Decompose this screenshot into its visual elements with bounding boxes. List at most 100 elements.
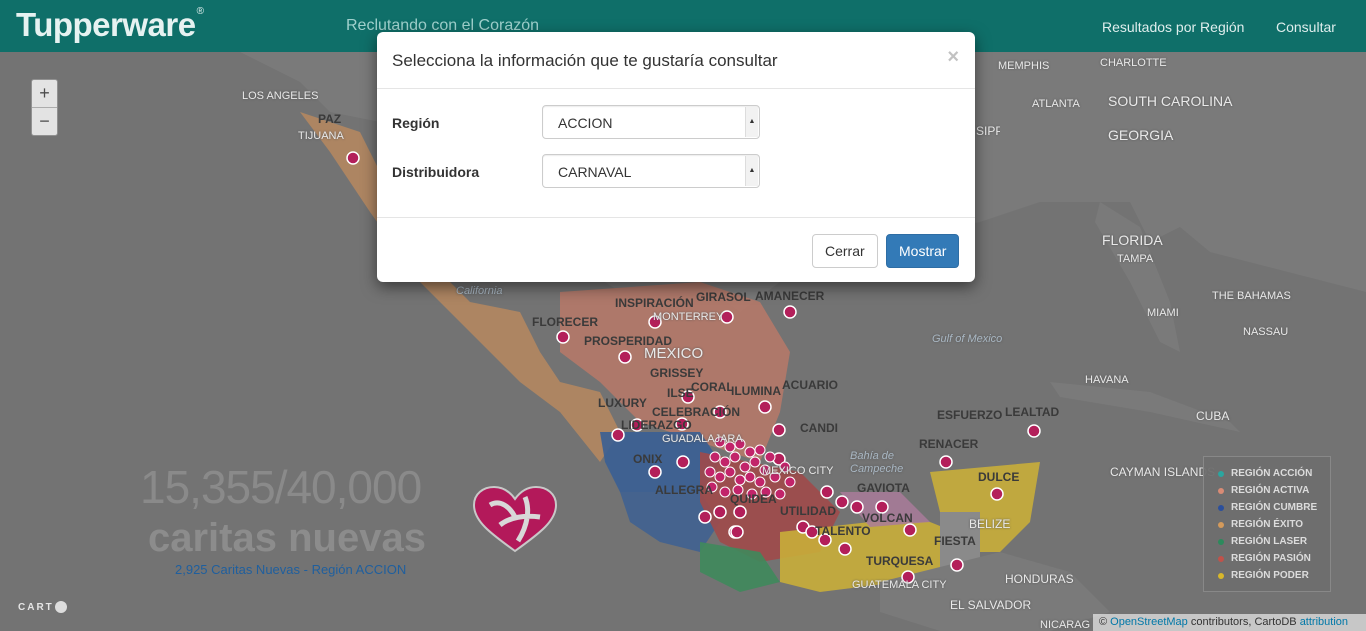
zone-fiesta: FIESTA (934, 534, 976, 548)
legend-item-poder: REGIÓN PODER (1218, 567, 1330, 584)
region-legend: REGIÓN ACCIÓN REGIÓN ACTIVA REGIÓN CUMBR… (1203, 456, 1331, 592)
place-bahamas: THE BAHAMAS (1212, 290, 1291, 302)
place-honduras: HONDURAS (1005, 572, 1074, 586)
zone-ilumina: ILUMINA (731, 384, 781, 398)
place-cuba: CUBA (1196, 409, 1230, 423)
place-havana: HAVANA (1085, 374, 1129, 386)
recruit-counter: 15,355/40,000 (140, 461, 422, 513)
distribuidora-selected-value: CARNAVAL (558, 164, 632, 180)
legend-dot-poder (1218, 572, 1224, 579)
place-monterrey: MONTERREY (653, 311, 724, 323)
carto-logo[interactable]: CART (18, 601, 67, 613)
zone-acuario: ACUARIO (782, 378, 838, 392)
region-label: Región (392, 115, 440, 131)
place-mississippi: SIPPI (976, 124, 1000, 138)
zone-talento: TALENTO (815, 524, 871, 538)
zone-coral: CORAL (691, 380, 734, 394)
legend-item-exito: REGIÓN ÉXITO (1218, 516, 1330, 533)
registered-mark: ® (196, 6, 204, 17)
zone-volcan: VOLCAN (862, 511, 913, 525)
place-belize: BELIZE (969, 517, 1011, 531)
zone-girasol: GIRASOL (696, 290, 751, 304)
osm-link[interactable]: OpenStreetMap (1110, 616, 1188, 628)
region-selected-value: ACCION (558, 115, 613, 131)
place-charlotte: CHARLOTTE (1100, 57, 1167, 69)
legend-dot-pasion (1218, 555, 1224, 562)
zone-esfuerzo: ESFUERZO (937, 408, 1003, 422)
zone-quidea: QUIDEA (730, 492, 777, 506)
landmass-cuba (1050, 382, 1240, 432)
zone-turquesa: TURQUESA (866, 554, 934, 568)
zone-paz: PAZ (318, 112, 342, 126)
water-gulf-of-mexico: Gulf of Mexico (932, 333, 1003, 345)
legend-dot-accion (1218, 470, 1224, 477)
zone-allegra: ALLEGRA (655, 483, 713, 497)
zone-amanecer: AMANECER (755, 289, 825, 303)
legend-dot-exito (1218, 521, 1224, 528)
heart-logo-icon (472, 485, 558, 553)
modal-title: Selecciona la información que te gustarí… (392, 51, 778, 70)
place-atlanta: ATLANTA (1032, 98, 1080, 110)
legend-item-cumbre: REGIÓN CUMBRE (1218, 499, 1330, 516)
place-guadalajara: GUADALAJARA (662, 433, 743, 445)
zone-ilse: ILSE (667, 386, 694, 400)
place-georgia: GEORGIA (1108, 127, 1174, 143)
nav-link-resultados[interactable]: Resultados por Región (1102, 19, 1244, 35)
modal-header: Selecciona la información que te gustarí… (377, 32, 975, 89)
legend-item-activa: REGIÓN ACTIVA (1218, 482, 1330, 499)
place-nassau: NASSAU (1243, 326, 1289, 338)
modal-footer: Cerrar Mostrar (377, 217, 975, 282)
zone-onix: ONIX (633, 452, 663, 466)
zone-celebracion: CELEBRACIÓN (652, 405, 741, 419)
attribution-link[interactable]: attribution (1300, 616, 1348, 628)
close-icon[interactable]: × (947, 46, 959, 69)
place-mexico-city: MEXICO CITY (762, 465, 834, 477)
place-los-angeles: LOS ANGELES (242, 90, 319, 102)
place-tampa: TAMPA (1117, 253, 1154, 265)
zoom-control: + − (31, 79, 58, 136)
region-counter: 2,925 Caritas Nuevas - Región ACCION (175, 562, 407, 577)
zone-lealtad: LEALTAD (1005, 405, 1060, 419)
zone-prosperidad: PROSPERIDAD (584, 334, 673, 348)
cerrar-button[interactable]: Cerrar (812, 234, 878, 268)
legend-dot-laser (1218, 538, 1224, 545)
place-guatemala-city: GUATEMALA CITY (852, 579, 947, 591)
zone-liderazgo: LIDERAZGO (621, 418, 692, 432)
carto-o-icon (54, 601, 67, 613)
place-cayman-islands: CAYMAN ISLANDS (1110, 465, 1216, 479)
chevron-down-icon: ▲ (745, 156, 758, 186)
brand-name: Tupperware (16, 6, 196, 43)
zone-florecer: FLORECER (532, 315, 598, 329)
zone-candi: CANDI (800, 421, 838, 435)
water-bahia-campeche: Bahía de Campeche (850, 450, 904, 475)
legend-item-accion: REGIÓN ACCIÓN (1218, 465, 1330, 482)
zone-gaviota: GAVIOTA (857, 481, 910, 495)
carto-text: CART (18, 601, 54, 613)
caritas-label: caritas nuevas (148, 516, 426, 560)
place-tijuana: TIJUANA (298, 130, 344, 142)
map-attribution: © OpenStreetMap contributors, CartoDB at… (1092, 614, 1366, 631)
zoom-in-button[interactable]: + (32, 80, 57, 108)
place-florida: FLORIDA (1102, 232, 1163, 248)
legend-item-laser: REGIÓN LASER (1218, 533, 1330, 550)
zone-inspiracion: INSPIRACIÓN (615, 296, 694, 310)
place-miami: MIAMI (1147, 307, 1179, 319)
chevron-down-icon: ▲ (745, 107, 758, 137)
nav-link-consultar[interactable]: Consultar (1276, 19, 1336, 35)
place-memphis: MEMPHIS (998, 60, 1050, 72)
legend-dot-activa (1218, 487, 1224, 494)
zone-dulce: DULCE (978, 470, 1020, 484)
water-california: California (456, 285, 503, 297)
zone-grissey: GRISSEY (650, 366, 704, 380)
distribuidora-label: Distribuidora (392, 164, 480, 180)
place-nicaragua: NICARAG (1040, 619, 1091, 631)
brand-logo[interactable]: Tupperware® (16, 6, 204, 44)
consult-modal: Selecciona la información que te gustarí… (377, 32, 975, 282)
distribuidora-select[interactable]: CARNAVAL ▲ (542, 154, 760, 188)
zone-luxury: LUXURY (598, 396, 647, 410)
region-select[interactable]: ACCION ▲ (542, 105, 760, 139)
legend-dot-cumbre (1218, 504, 1224, 511)
mostrar-button[interactable]: Mostrar (886, 234, 960, 268)
zoom-out-button[interactable]: − (32, 108, 57, 136)
legend-item-pasion: REGIÓN PASIÓN (1218, 550, 1330, 567)
